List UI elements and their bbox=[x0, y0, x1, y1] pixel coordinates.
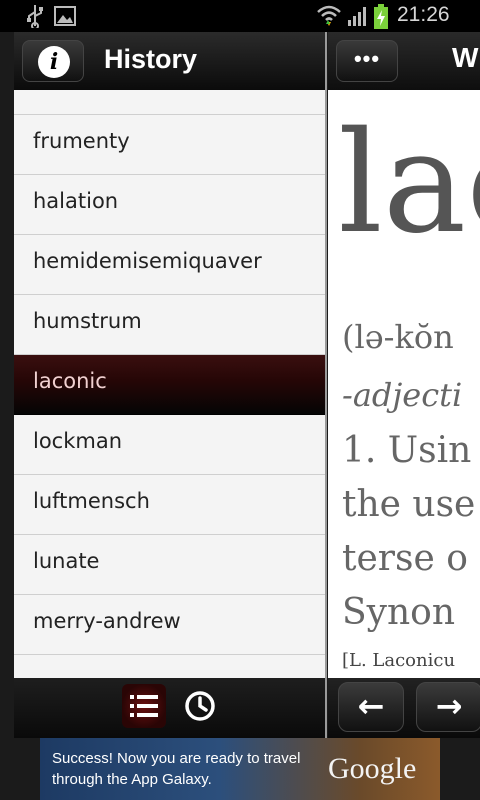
list-item-label: laconic bbox=[33, 369, 107, 393]
list-item-label: hemidemisemiquaver bbox=[33, 249, 262, 273]
list-item[interactable]: hemidemisemiquaver bbox=[14, 235, 325, 295]
definition-header: ••• W bbox=[328, 32, 480, 90]
list-item-selected[interactable]: laconic bbox=[14, 355, 325, 415]
definition-content[interactable]: lac (lə-kŏn -adjecti 1. Usin the use ter… bbox=[328, 90, 480, 678]
definition-line: the use bbox=[342, 484, 476, 525]
list-item[interactable]: fumble bbox=[14, 90, 325, 115]
list-item[interactable]: halation bbox=[14, 175, 325, 235]
list-item-label: merry-andrew bbox=[33, 609, 181, 633]
history-footer bbox=[14, 678, 325, 738]
list-item[interactable]: merry-andrew bbox=[14, 595, 325, 655]
status-bar: 21:26 bbox=[0, 0, 480, 32]
list-item-label: frumenty bbox=[33, 129, 130, 153]
clock: 21:26 bbox=[397, 3, 450, 26]
definition-footer: ← → bbox=[328, 678, 480, 738]
list-item[interactable]: humstrum bbox=[14, 295, 325, 355]
info-icon: i bbox=[38, 46, 70, 78]
list-item-label: luftmensch bbox=[33, 489, 150, 513]
history-list[interactable]: fumble frumenty halation hemidemisemiqua… bbox=[14, 90, 325, 678]
list-item[interactable]: luftmensch bbox=[14, 475, 325, 535]
usb-icon bbox=[26, 4, 44, 32]
headword: lac bbox=[338, 102, 480, 265]
clock-icon bbox=[178, 691, 222, 732]
list-item[interactable] bbox=[14, 655, 325, 678]
more-button[interactable]: ••• bbox=[336, 40, 398, 82]
pronunciation: (lə-kŏn bbox=[342, 318, 454, 356]
ad-banner[interactable]: Success! Now you are ready to travel thr… bbox=[40, 738, 440, 800]
google-logo: Google bbox=[328, 752, 417, 785]
list-item-label: lockman bbox=[33, 429, 123, 453]
list-item-label: humstrum bbox=[33, 309, 142, 333]
list-item[interactable]: lockman bbox=[14, 415, 325, 475]
list-item-label: fumble bbox=[33, 90, 106, 93]
history-panel: i History fumble frumenty halation hemid… bbox=[14, 32, 325, 738]
list-item[interactable]: frumenty bbox=[14, 115, 325, 175]
signal-strength-icon bbox=[347, 6, 369, 30]
ad-text: Success! Now you are ready to travel thr… bbox=[52, 750, 301, 788]
page-title: History bbox=[104, 44, 198, 74]
history-tab[interactable] bbox=[178, 684, 222, 728]
list-icon bbox=[122, 695, 166, 732]
battery-icon bbox=[373, 4, 389, 34]
definition-line: terse o bbox=[342, 538, 468, 579]
history-header: i History bbox=[14, 32, 325, 90]
definition-header-title: W bbox=[452, 42, 479, 73]
back-button[interactable]: ← bbox=[338, 682, 404, 732]
etymology-line: [L. Laconicu bbox=[342, 650, 456, 671]
list-item-label: halation bbox=[33, 189, 119, 213]
list-view-tab[interactable] bbox=[122, 684, 166, 728]
definition-panel: ••• W lac (lə-kŏn -adjecti 1. Usin the u… bbox=[328, 32, 480, 738]
list-item-label: lunate bbox=[33, 549, 100, 573]
part-of-speech: -adjecti bbox=[342, 376, 463, 414]
panel-divider[interactable] bbox=[325, 32, 327, 738]
definition-line: Synon bbox=[342, 592, 456, 633]
wifi-icon bbox=[316, 4, 342, 32]
info-button[interactable]: i bbox=[22, 40, 84, 82]
forward-button[interactable]: → bbox=[416, 682, 480, 732]
image-notification-icon bbox=[54, 6, 76, 30]
list-item[interactable]: lunate bbox=[14, 535, 325, 595]
definition-line: 1. Usin bbox=[342, 430, 472, 471]
